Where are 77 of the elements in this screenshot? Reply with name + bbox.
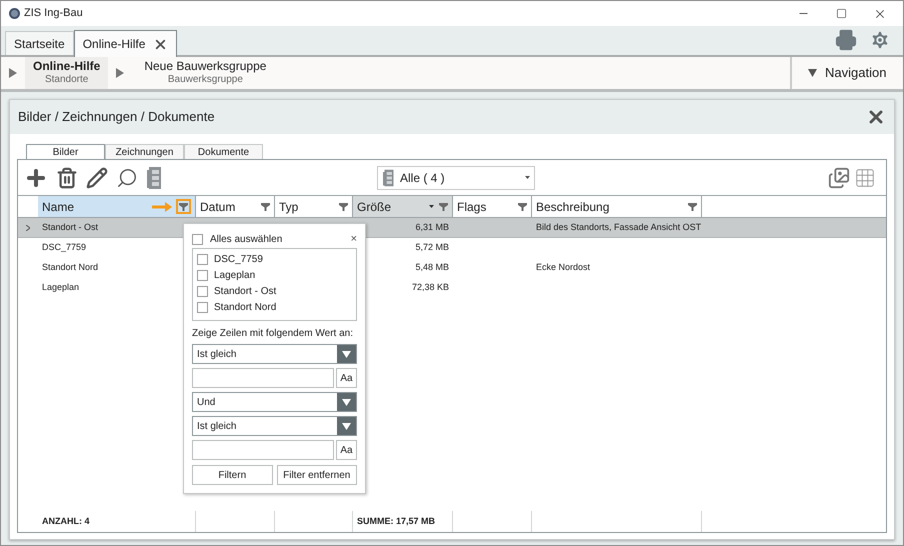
column-label: Beschreibung (536, 198, 610, 216)
filter-icon[interactable] (260, 202, 270, 212)
condition-label: Zeige Zeilen mit folgendem Wert an: (192, 327, 354, 341)
close-button[interactable]: × (350, 230, 357, 248)
column-label: Name (42, 198, 74, 216)
value-field[interactable] (192, 368, 334, 388)
gallery-icon[interactable] (828, 166, 850, 188)
table-cell-text: 5,48 MB (414, 261, 450, 274)
window-title: ZIS Ing-Bau (24, 6, 83, 22)
search-icon[interactable] (116, 166, 138, 188)
table-icon[interactable] (854, 166, 876, 188)
column-label: Flags (457, 198, 486, 216)
cabinet-icon (382, 168, 396, 186)
column-header[interactable]: Flags (453, 196, 532, 217)
table-cell-text: DSC_7759 (41, 241, 88, 254)
table-cell-text: Bild des Standorts, Fassade Ansicht OST (535, 220, 702, 234)
column-header[interactable]: Name (38, 196, 196, 217)
table-cell-text: Ecke Nordost (535, 261, 592, 274)
document-tab[interactable]: Online-Hilfe (74, 30, 178, 57)
breadcrumb-item[interactable]: Neue Bauwerksgruppe Bauwerksgruppe (132, 57, 278, 89)
caret-icon (342, 398, 351, 406)
filter-icon[interactable] (687, 202, 697, 212)
checkbox[interactable] (197, 302, 208, 312)
trash-icon[interactable] (56, 166, 78, 188)
checkbox-label: Standort - Ost (214, 284, 276, 298)
filter-icon[interactable] (338, 202, 348, 212)
caret-icon (525, 176, 530, 179)
case-sensitive-button[interactable]: Aa (336, 368, 357, 388)
maximize-icon[interactable] (836, 8, 847, 19)
app-icon (9, 8, 20, 19)
count-label: ANZAHL: 4 (42, 514, 90, 528)
arrow-icon (152, 202, 172, 212)
checkbox-label: Standort Nord (214, 300, 276, 314)
column-label: Typ (279, 198, 298, 216)
table-cell-text: Standort Nord (41, 261, 100, 274)
case-sensitive-button[interactable]: Aa (336, 440, 357, 460)
column-label: Datum (200, 198, 236, 216)
cabinet-icon[interactable] (146, 166, 164, 190)
sum-label: SUMME: 17,57 MB (357, 514, 436, 528)
panel-title: Bilder / Zeichnungen / Dokumente (18, 108, 215, 126)
navigation-button[interactable]: Navigation (790, 57, 903, 89)
value-field[interactable] (192, 440, 334, 460)
caret-icon (342, 350, 351, 358)
pencil-icon[interactable] (86, 166, 108, 188)
checkbox[interactable] (197, 286, 208, 296)
condition-select[interactable]: Ist gleich (192, 416, 357, 436)
filter-icon[interactable] (438, 202, 448, 212)
checkbox-label: DSC_7759 (214, 252, 263, 266)
filter-icon[interactable] (517, 202, 527, 212)
table-cell-text: 5,72 MB (414, 241, 450, 254)
column-label: Größe (357, 198, 392, 216)
column-header[interactable]: Größe (353, 196, 453, 217)
filter-dropdown[interactable]: Alle ( 4 ) (377, 166, 535, 190)
table-cell-text: 72,38 KB (410, 281, 450, 294)
column-header[interactable]: Datum (196, 196, 275, 217)
caret-icon (808, 69, 817, 77)
filter-icon[interactable] (176, 199, 191, 214)
document-tab[interactable]: Startseite (5, 31, 74, 55)
checkbox[interactable] (197, 270, 208, 280)
table-cell-text: 6,31 MB (414, 220, 450, 234)
filter-button[interactable]: Filtern (192, 465, 272, 485)
condition-select[interactable]: Ist gleich (192, 344, 357, 364)
panel-tab[interactable]: Zeichnungen (105, 144, 184, 159)
filter-button[interactable]: Filter entfernen (276, 465, 357, 485)
table-cell-text: Lageplan (41, 281, 80, 294)
condition-select[interactable]: Und (192, 392, 357, 412)
expander-icon[interactable] (26, 224, 30, 230)
breadcrumb-item[interactable]: Online-Hilfe Standorte (25, 57, 108, 89)
checkbox[interactable] (192, 234, 203, 244)
checkbox-label: Lageplan (214, 268, 256, 282)
panel-tab[interactable]: Dokumente (184, 144, 263, 159)
checkbox-label: Alles auswählen (210, 232, 282, 246)
printer-icon[interactable] (835, 29, 857, 51)
panel-tab[interactable]: Bilder (26, 144, 105, 160)
caret-icon (342, 422, 351, 430)
checkbox[interactable] (197, 254, 208, 264)
column-header[interactable]: Beschreibung (532, 196, 702, 217)
